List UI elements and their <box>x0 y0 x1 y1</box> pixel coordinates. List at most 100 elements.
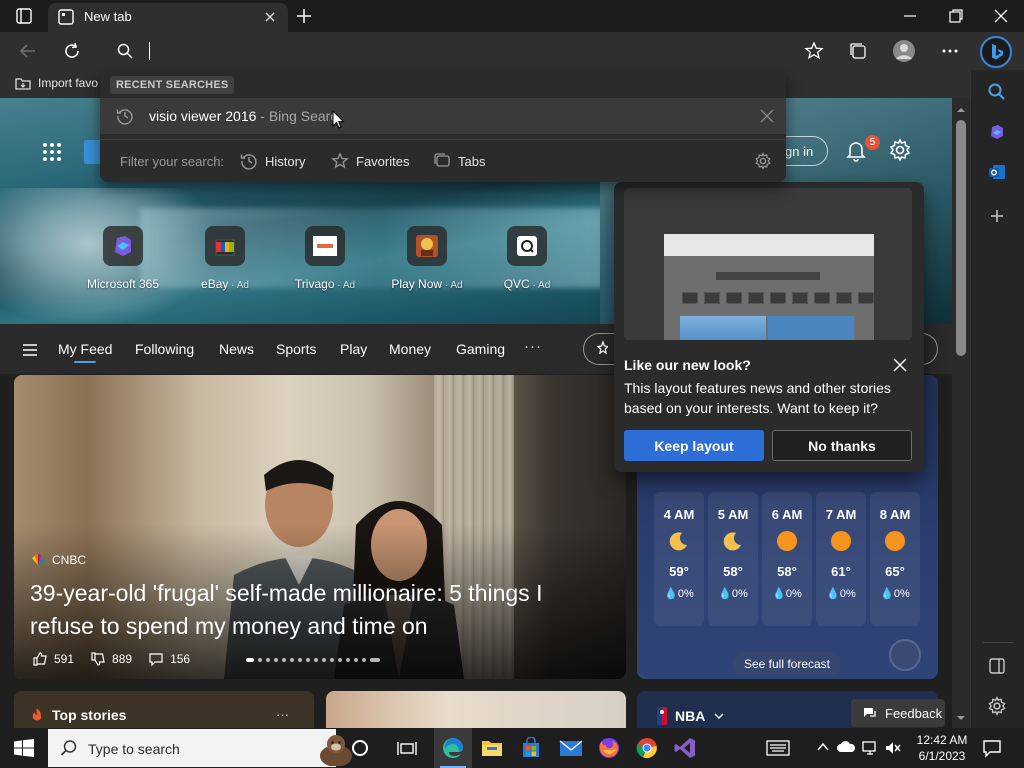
sidebar-microsoft-365-icon[interactable] <box>987 122 1007 142</box>
quick-link-microsoft-365[interactable]: Microsoft 365 <box>78 226 168 291</box>
tab-play[interactable]: Play <box>340 341 367 357</box>
tab-actions-icon[interactable] <box>12 7 36 25</box>
remove-suggestion-icon[interactable] <box>760 109 774 123</box>
sun-icon <box>830 530 852 552</box>
feedback-icon <box>863 706 877 720</box>
onedrive-cloud-icon[interactable] <box>836 740 856 754</box>
quick-link-label: QVC <box>503 277 530 291</box>
volume-muted-icon[interactable] <box>884 740 902 756</box>
search-settings-gear-icon[interactable] <box>754 152 772 170</box>
quick-link-qvc[interactable]: QVC · Ad <box>482 226 572 291</box>
quick-link-play-now[interactable]: Play Now · Ad <box>382 226 472 291</box>
settings-more-icon[interactable] <box>940 41 960 61</box>
keyboard-layout-icon[interactable] <box>766 740 790 756</box>
quick-link-ebay[interactable]: eBay · Ad <box>180 226 270 291</box>
restore-icon[interactable] <box>946 6 966 26</box>
back-arrow-icon[interactable] <box>18 41 38 61</box>
bing-copilot-icon[interactable] <box>980 36 1012 68</box>
tab-close-icon[interactable] <box>262 9 278 25</box>
top-stories-more-button[interactable]: ··· <box>276 707 289 722</box>
more-tabs-button[interactable]: ··· <box>524 338 542 355</box>
hour-precip: 💧0% <box>718 588 748 600</box>
import-favorites-item[interactable]: Import favo <box>14 75 98 91</box>
text-caret <box>149 42 150 60</box>
chrome-icon[interactable] <box>628 728 666 768</box>
popup-close-icon[interactable] <box>892 357 908 373</box>
refresh-icon[interactable] <box>62 41 82 61</box>
new-tab-plus-icon[interactable] <box>294 6 314 26</box>
tab-sports[interactable]: Sports <box>276 341 316 357</box>
tab-news[interactable]: News <box>219 341 254 357</box>
thumbs-up-icon <box>33 652 47 666</box>
tab-following[interactable]: Following <box>135 341 194 357</box>
notifications-center-icon[interactable] <box>982 738 1002 758</box>
notification-badge: 5 <box>865 135 880 150</box>
divider <box>100 139 786 140</box>
hour-precip: 💧0% <box>880 588 910 600</box>
page-settings-gear-icon[interactable] <box>888 138 912 162</box>
no-thanks-button[interactable]: No thanks <box>772 430 912 461</box>
close-window-icon[interactable] <box>991 6 1011 26</box>
show-hidden-icons-icon[interactable] <box>816 740 830 754</box>
sidebar-search-icon[interactable] <box>987 82 1007 102</box>
add-favorite-icon[interactable] <box>804 41 824 61</box>
article-card[interactable] <box>326 691 626 731</box>
dislike-button[interactable]: 889 <box>90 651 132 667</box>
minimize-icon[interactable] <box>900 6 920 26</box>
tab-gaming[interactable]: Gaming <box>456 341 505 357</box>
address-bar[interactable] <box>100 32 786 72</box>
hour-label: 4 AM <box>663 507 695 522</box>
sidebar-add-icon[interactable] <box>987 206 1007 226</box>
microsoft-store-icon[interactable] <box>512 728 550 768</box>
taskbar-search-box[interactable]: Type to search <box>48 729 352 767</box>
sidebar-hide-icon[interactable] <box>987 656 1007 676</box>
task-view-icon[interactable] <box>388 728 426 768</box>
profile-avatar-icon[interactable] <box>892 39 916 63</box>
windows-taskbar: Type to search 12:42 AM 6/1/2023 <box>0 728 1024 768</box>
chevron-down-icon[interactable] <box>713 711 725 721</box>
hour-precip: 💧0% <box>772 588 802 600</box>
quick-link-label: Trivago <box>294 277 335 291</box>
filter-tabs[interactable]: Tabs <box>433 152 485 170</box>
edge-taskbar-icon[interactable] <box>434 728 472 768</box>
quick-link-trivago[interactable]: Trivago · Ad <box>280 226 370 291</box>
taskbar-clock[interactable]: 12:42 AM 6/1/2023 <box>907 732 977 764</box>
see-full-forecast-button[interactable]: See full forecast <box>733 652 841 676</box>
sidebar-settings-gear-icon[interactable] <box>987 696 1007 716</box>
hour-label: 6 AM <box>771 507 803 522</box>
scroll-down-icon <box>957 716 965 720</box>
top-stories-card[interactable]: Top stories ··· <box>14 691 314 731</box>
apps-grid-icon[interactable] <box>42 142 62 162</box>
tabs-icon <box>433 152 451 170</box>
page-scrollbar[interactable] <box>952 98 970 728</box>
file-explorer-icon[interactable] <box>473 728 511 768</box>
history-icon <box>240 152 258 170</box>
sidebar-outlook-icon[interactable] <box>987 162 1007 182</box>
carousel-pagination[interactable] <box>246 658 380 662</box>
article-headline[interactable]: 39-year-old 'frugal' self-made millionai… <box>30 577 610 643</box>
feedback-button[interactable]: Feedback <box>851 699 945 727</box>
tab-new-tab[interactable]: New tab <box>48 3 288 32</box>
scrollbar-thumb[interactable] <box>956 120 966 356</box>
menu-hamburger-icon[interactable] <box>22 343 38 357</box>
personalize-button[interactable] <box>583 333 617 365</box>
comments-button[interactable]: 156 <box>148 651 190 667</box>
visual-studio-icon[interactable] <box>666 728 704 768</box>
recent-search-suggestion[interactable]: visio viewer 2016 - Bing Searc <box>100 98 786 134</box>
weather-avatar-icon[interactable] <box>889 639 921 671</box>
windows-start-icon[interactable] <box>14 739 34 757</box>
tab-money[interactable]: Money <box>389 341 431 357</box>
mail-icon[interactable] <box>552 728 590 768</box>
filter-favorites[interactable]: Favorites <box>331 152 409 170</box>
firefox-icon[interactable] <box>590 728 628 768</box>
cortana-icon[interactable] <box>341 728 379 768</box>
like-button[interactable]: 591 <box>32 651 74 667</box>
filter-history[interactable]: History <box>240 152 305 170</box>
network-icon[interactable] <box>861 740 879 756</box>
hero-article-card[interactable]: CNBC 39-year-old 'frugal' self-made mill… <box>14 375 626 679</box>
new-layout-popup: Like our new look? This layout features … <box>614 182 924 472</box>
source-name: CNBC <box>52 553 87 567</box>
keep-layout-button[interactable]: Keep layout <box>624 430 764 461</box>
tab-my-feed[interactable]: My Feed <box>58 341 112 363</box>
collections-icon[interactable] <box>848 41 868 61</box>
